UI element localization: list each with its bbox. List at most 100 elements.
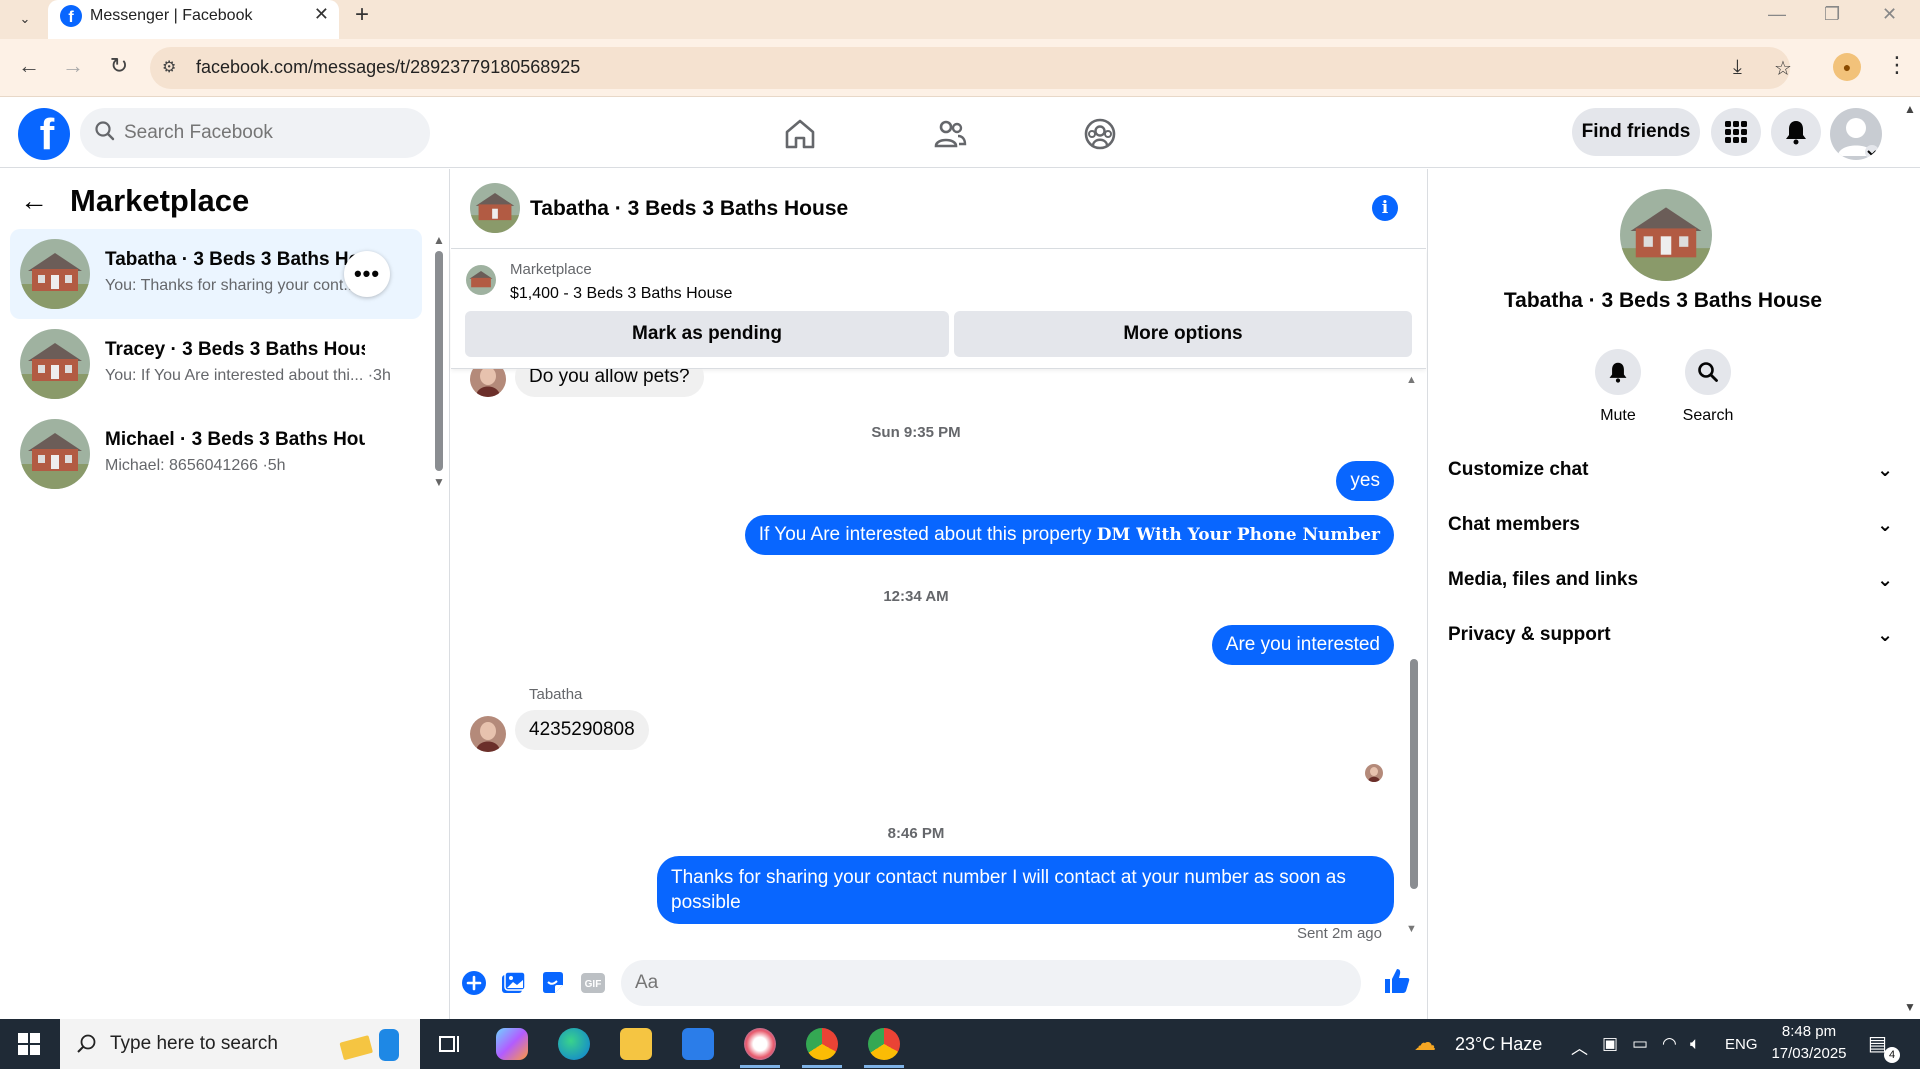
chrome-profile-active-indicator bbox=[864, 1065, 904, 1068]
listing-photo[interactable] bbox=[1620, 189, 1712, 281]
search-icon bbox=[95, 121, 115, 141]
facebook-header: f Find friends bbox=[0, 98, 1920, 168]
chat-panel: Tabatha · 3 Beds 3 Baths House i Marketp… bbox=[451, 169, 1529, 1019]
groups-icon[interactable] bbox=[1082, 116, 1118, 152]
listing-category: Marketplace bbox=[510, 261, 592, 278]
back-arrow-icon[interactable]: ← bbox=[20, 185, 48, 217]
sticker-icon[interactable] bbox=[539, 969, 567, 997]
facebook-search-input[interactable] bbox=[124, 108, 414, 158]
minimize-icon[interactable]: — bbox=[1768, 4, 1786, 25]
scroll-down-icon[interactable]: ▼ bbox=[433, 475, 445, 489]
battery-icon[interactable]: ▭ bbox=[1632, 1034, 1648, 1054]
page-scroll-up-icon[interactable]: ▲ bbox=[1904, 102, 1916, 116]
find-friends-button[interactable]: Find friends bbox=[1572, 108, 1700, 156]
mute-action[interactable]: Mute bbox=[1568, 349, 1668, 425]
facebook-logo-icon[interactable]: f bbox=[18, 108, 70, 160]
app-icon[interactable] bbox=[744, 1028, 776, 1060]
restore-icon[interactable]: ❐ bbox=[1824, 4, 1840, 25]
chat-members-row[interactable]: Chat members ⌄ bbox=[1448, 510, 1893, 540]
listing-price-title[interactable]: $1,400 - 3 Beds 3 Baths House bbox=[510, 285, 732, 303]
mark-as-pending-button[interactable]: Mark as pending bbox=[465, 311, 949, 357]
conversation-item-tracey[interactable]: Tracey · 3 Beds 3 Baths House You: If Yo… bbox=[10, 319, 422, 409]
photo-icon[interactable] bbox=[499, 969, 527, 997]
address-bar[interactable]: ⚙ facebook.com/messages/t/28923779180568… bbox=[150, 47, 1792, 89]
home-icon[interactable] bbox=[782, 116, 818, 152]
section-label: Customize chat bbox=[1448, 459, 1589, 480]
microsoft-store-icon[interactable] bbox=[682, 1028, 714, 1060]
timestamp: 12:34 AM bbox=[883, 588, 949, 605]
conversation-item-michael[interactable]: Michael · 3 Beds 3 Baths House Michael: … bbox=[10, 409, 422, 499]
page-scroll-down-icon[interactable]: ▼ bbox=[1904, 1000, 1916, 1014]
chevron-down-icon: ⌄ bbox=[1877, 459, 1893, 481]
copilot-icon[interactable] bbox=[496, 1028, 528, 1060]
window-close-icon[interactable]: ✕ bbox=[1882, 4, 1897, 25]
account-avatar[interactable] bbox=[1830, 108, 1882, 160]
chat-scrollbar[interactable] bbox=[1410, 659, 1418, 889]
tab-close-icon[interactable]: ✕ bbox=[314, 4, 329, 25]
install-app-icon[interactable]: ⤓ bbox=[1733, 56, 1742, 79]
back-icon[interactable]: ← bbox=[14, 53, 44, 79]
language-indicator[interactable]: ENG bbox=[1725, 1036, 1758, 1053]
listing-thumbnail[interactable] bbox=[466, 265, 496, 295]
url-text[interactable]: facebook.com/messages/t/2892377918056892… bbox=[196, 57, 580, 78]
weather-icon[interactable]: ☁ bbox=[1414, 1030, 1436, 1056]
weather-text[interactable]: 23°C Haze bbox=[1455, 1034, 1542, 1055]
search-icon[interactable] bbox=[1685, 349, 1731, 395]
media-files-links-row[interactable]: Media, files and links ⌄ bbox=[1448, 565, 1893, 595]
meet-now-icon[interactable]: ▣ bbox=[1602, 1034, 1618, 1054]
conversation-item-tabatha[interactable]: Tabatha · 3 Beds 3 Baths House You: Than… bbox=[10, 229, 422, 319]
outgoing-message[interactable]: yes bbox=[1336, 461, 1394, 501]
chat-scroll-down-icon[interactable]: ▼ bbox=[1406, 923, 1417, 935]
tab-search-menu-icon[interactable]: ⌄ bbox=[12, 6, 38, 32]
menu-grid-icon[interactable] bbox=[1711, 108, 1761, 156]
browser-menu-icon[interactable]: ⋮ bbox=[1886, 52, 1908, 78]
windows-start-icon[interactable] bbox=[18, 1033, 40, 1055]
edge-browser-icon[interactable] bbox=[558, 1028, 590, 1060]
new-tab-icon[interactable]: + bbox=[355, 1, 369, 29]
outgoing-message[interactable]: Thanks for sharing your contact number I… bbox=[657, 856, 1394, 924]
privacy-support-row[interactable]: Privacy & support ⌄ bbox=[1448, 620, 1893, 650]
chat-scroll-up-icon[interactable]: ▲ bbox=[1406, 374, 1417, 386]
gif-icon[interactable]: GIF bbox=[579, 969, 607, 997]
incoming-message[interactable]: Do you allow pets? bbox=[515, 369, 704, 397]
chrome-icon[interactable] bbox=[806, 1028, 838, 1060]
like-thumb-icon[interactable] bbox=[1382, 966, 1412, 996]
taskbar-search[interactable]: Type here to search bbox=[60, 1019, 420, 1069]
site-info-icon[interactable]: ⚙ bbox=[162, 57, 176, 77]
facebook-search[interactable] bbox=[80, 108, 430, 158]
clock-date[interactable]: 17/03/2025 bbox=[1771, 1045, 1847, 1062]
conversation-more-options-icon[interactable]: ••• bbox=[344, 251, 390, 297]
browser-profile-icon[interactable]: ● bbox=[1833, 53, 1861, 81]
browser-tab-messenger[interactable]: f Messenger | Facebook ✕ bbox=[48, 0, 339, 39]
show-hidden-icons-icon[interactable]: ︿ bbox=[1571, 1034, 1588, 1059]
plus-circle-icon[interactable] bbox=[460, 969, 488, 997]
file-explorer-icon[interactable] bbox=[620, 1028, 652, 1060]
forward-icon[interactable]: → bbox=[58, 53, 88, 79]
task-view-icon[interactable] bbox=[434, 1028, 466, 1060]
message-input[interactable] bbox=[635, 960, 1275, 1006]
notifications-bell-icon[interactable] bbox=[1771, 108, 1821, 156]
mute-bell-icon[interactable] bbox=[1595, 349, 1641, 395]
customize-chat-row[interactable]: Customize chat ⌄ bbox=[1448, 455, 1893, 485]
chat-title[interactable]: Tabatha · 3 Beds 3 Baths House bbox=[530, 197, 848, 221]
svg-text:GIF: GIF bbox=[585, 979, 602, 990]
more-options-button[interactable]: More options bbox=[954, 311, 1412, 357]
clock-time[interactable]: 8:48 pm bbox=[1771, 1023, 1847, 1040]
message-input-box[interactable] bbox=[621, 960, 1529, 1006]
tabatha-avatar[interactable] bbox=[470, 716, 506, 752]
search-in-conversation-action[interactable]: Search bbox=[1658, 349, 1758, 425]
outgoing-message[interactable]: If You Are interested about this propert… bbox=[744, 515, 1394, 555]
info-icon[interactable]: i bbox=[1372, 195, 1398, 221]
wifi-icon[interactable]: ◠ bbox=[1662, 1034, 1677, 1054]
reload-icon[interactable]: ↻ bbox=[104, 53, 134, 79]
outgoing-message[interactable]: Are you interested bbox=[1211, 625, 1394, 665]
chrome-profile-icon[interactable] bbox=[868, 1028, 900, 1060]
house-thumbnail[interactable] bbox=[470, 183, 520, 233]
bookmark-star-icon[interactable]: ☆ bbox=[1774, 56, 1792, 81]
volume-icon[interactable]: 🔈︎ bbox=[1690, 1034, 1700, 1054]
friends-icon[interactable] bbox=[932, 116, 968, 152]
sidebar-scrollbar[interactable] bbox=[435, 251, 443, 471]
incoming-message[interactable]: 4235290808 bbox=[515, 710, 649, 750]
browser-toolbar: ← → ↻ ⚙ facebook.com/messages/t/28923779… bbox=[0, 39, 1920, 97]
scroll-up-icon[interactable]: ▲ bbox=[433, 233, 445, 247]
